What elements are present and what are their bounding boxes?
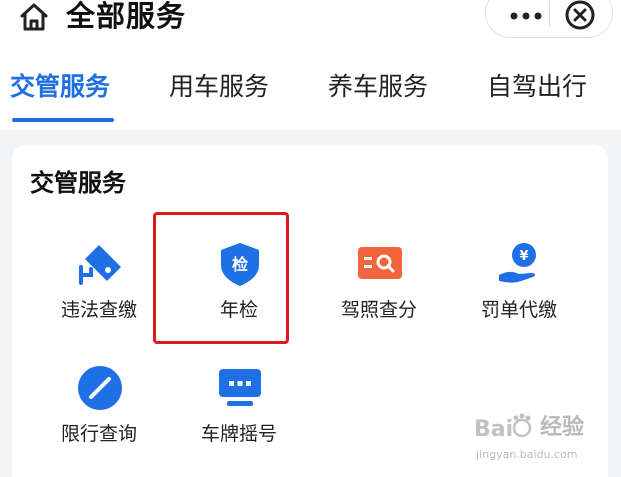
mini-program-capsule [485,0,613,38]
svg-text:Bai: Bai [474,417,513,442]
capsule-divider [549,1,550,27]
watermark-text: 经验 [540,415,585,440]
tab-car-maintenance[interactable]: 养车服务 [328,70,428,104]
service-violation-query[interactable]: 违法查缴 [29,241,169,341]
license-plate-icon [219,369,261,406]
service-license-points[interactable]: 驾照查分 [309,241,449,341]
service-label: 违法查缴 [60,299,137,321]
service-label: 限行查询 [60,423,137,445]
highlight-annotation [153,212,289,344]
watermark: Bai 经验 jingyan.baidu.com [474,410,614,470]
close-circle-icon[interactable] [564,0,596,31]
service-traffic-restriction[interactable]: 限行查询 [29,365,169,465]
service-fine-payment[interactable]: ¥ 罚单代缴 [449,241,589,341]
baidu-paw-logo: Bai [474,413,532,442]
yuan-hand-icon: ¥ [499,243,536,283]
service-plate-lottery[interactable]: 车牌摇号 [169,365,309,465]
service-label: 驾照查分 [340,299,417,321]
service-label: 罚单代缴 [480,299,557,321]
tab-traffic-services[interactable]: 交管服务 [10,70,110,104]
no-entry-icon [78,366,122,410]
camera-icon [79,245,121,285]
top-bar: 全部服务 交管服务 用车服务 养车服务 自驾出行 [0,0,621,130]
active-tab-indicator [12,118,114,122]
home-icon[interactable] [18,2,50,32]
tab-self-drive[interactable]: 自驾出行 [487,70,587,104]
watermark-url: jingyan.baidu.com [476,448,578,461]
page-title: 全部服务 [66,0,187,33]
service-label: 车牌摇号 [200,423,277,445]
svg-text:¥: ¥ [519,249,528,264]
tab-car-services[interactable]: 用车服务 [169,70,269,104]
section-title: 交管服务 [30,169,126,197]
more-dots-icon[interactable] [506,1,546,31]
category-tabs: 交管服务 用车服务 养车服务 自驾出行 [0,64,621,124]
license-card-icon [358,247,402,279]
